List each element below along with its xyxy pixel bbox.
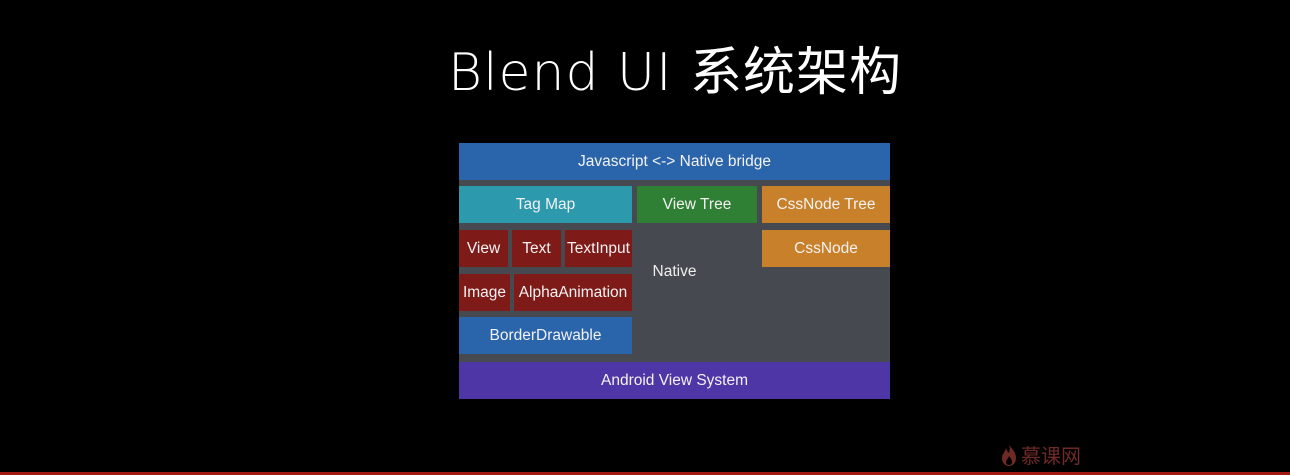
text-input-component: TextInput bbox=[565, 230, 632, 267]
flame-icon bbox=[1002, 443, 1016, 466]
image-component: Image bbox=[459, 274, 510, 311]
tag-map-block: Tag Map bbox=[459, 186, 632, 223]
native-label: Native bbox=[652, 262, 697, 280]
slide-title: Blend UI 系统架构 bbox=[448, 43, 902, 103]
architecture-diagram: Javascript <-> Native bridge Tag Map Vie… bbox=[459, 143, 890, 399]
text-component: Text bbox=[512, 230, 561, 267]
watermark-text: 慕课网 bbox=[1021, 444, 1081, 468]
view-component: View bbox=[459, 230, 508, 267]
bridge-layer: Javascript <-> Native bridge bbox=[459, 143, 890, 180]
android-view-system-layer: Android View System bbox=[459, 362, 890, 399]
alpha-animation-component: AlphaAnimation bbox=[514, 274, 632, 311]
watermark: 慕课网 bbox=[1000, 440, 1081, 469]
view-tree-block: View Tree bbox=[637, 186, 757, 223]
border-drawable-block: BorderDrawable bbox=[459, 317, 632, 354]
cssnode-tree-block: CssNode Tree bbox=[762, 186, 890, 223]
cssnode-block: CssNode bbox=[762, 230, 890, 267]
